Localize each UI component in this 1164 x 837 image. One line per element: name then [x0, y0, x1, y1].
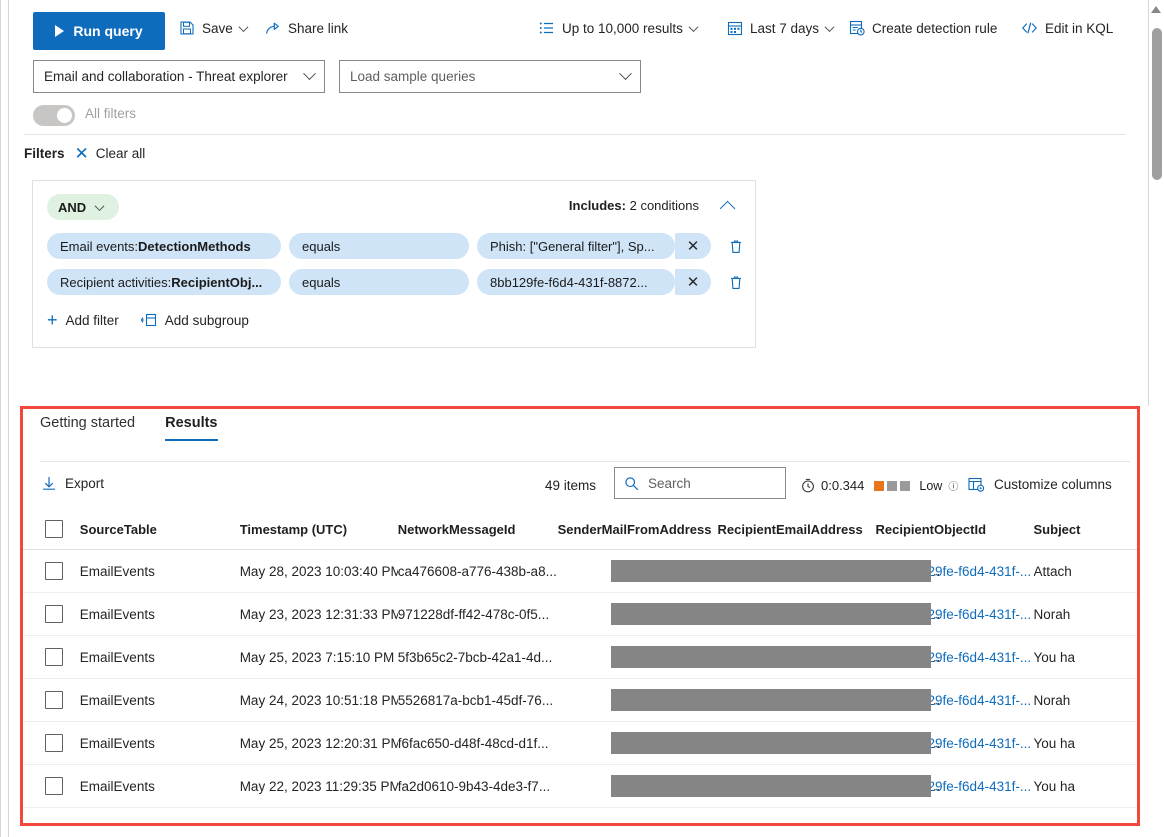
logical-operator-dropdown[interactable]: AND	[47, 194, 119, 220]
filter-group-header: AND Includes: 2 conditions	[47, 194, 741, 220]
clear-condition-icon[interactable]: ✕	[675, 269, 711, 295]
share-icon	[265, 20, 281, 36]
filter-group-actions: + Add filter Add subgroup	[47, 311, 249, 329]
delete-condition-icon[interactable]	[725, 239, 747, 254]
includes-label: Includes:	[568, 198, 626, 213]
chevron-down-icon[interactable]	[94, 200, 105, 211]
chevron-down-icon[interactable]	[824, 21, 835, 32]
filter-condition-row: Recipient activities: RecipientObj... eq…	[47, 269, 747, 295]
close-icon: ✕	[74, 144, 89, 163]
scenario-dropdown[interactable]: Email and collaboration - Threat explore…	[33, 60, 325, 93]
chevron-down-icon[interactable]	[688, 21, 699, 32]
list-icon	[539, 20, 555, 36]
run-query-button[interactable]: Run query	[33, 12, 165, 50]
collapse-group-icon[interactable]	[719, 200, 736, 217]
sample-queries-dropdown[interactable]: Load sample queries	[339, 60, 641, 93]
highlight-box	[20, 406, 1140, 826]
filter-field-name: RecipientObj...	[171, 274, 263, 290]
save-label: Save	[202, 20, 233, 36]
share-link-label: Share link	[288, 20, 349, 36]
time-range-dropdown[interactable]: Last 7 days	[727, 20, 835, 36]
clear-condition-icon[interactable]: ✕	[675, 233, 711, 259]
filter-value-label: 8bb129fe-f6d4-431f-8872...	[490, 274, 648, 290]
filter-group-card: AND Includes: 2 conditions Email events:…	[32, 180, 756, 348]
results-limit-dropdown[interactable]: Up to 10,000 results	[539, 20, 699, 36]
filter-field-prefix: Recipient activities:	[60, 274, 172, 290]
scrollbar-thumb[interactable]	[1151, 28, 1162, 180]
selector-row: Email and collaboration - Threat explore…	[9, 58, 1148, 98]
all-filters-toggle[interactable]	[33, 105, 75, 126]
add-filter-button[interactable]: + Add filter	[47, 311, 119, 329]
clear-all-button[interactable]: ✕ Clear all	[75, 145, 146, 162]
filter-field-prefix: Email events:	[60, 238, 139, 254]
play-icon	[55, 25, 65, 37]
time-range-label: Last 7 days	[750, 20, 820, 36]
filters-title: Filters	[24, 146, 65, 161]
filter-condition-row: Email events: DetectionMethods equals Ph…	[47, 233, 747, 259]
calendar-icon	[727, 20, 743, 36]
filter-value-dropdown[interactable]: 8bb129fe-f6d4-431f-8872...	[477, 269, 675, 295]
add-subgroup-button[interactable]: Add subgroup	[140, 312, 249, 328]
add-subgroup-label: Add subgroup	[164, 312, 249, 328]
filter-value-dropdown[interactable]: Phish: ["General filter"], Sp...	[477, 233, 675, 259]
filter-operator-dropdown[interactable]: equals	[289, 233, 469, 259]
add-filter-label: Add filter	[65, 312, 119, 328]
create-detection-rule-label: Create detection rule	[872, 20, 998, 36]
filter-field-name: DetectionMethods	[138, 238, 251, 254]
plus-icon: +	[47, 310, 58, 330]
rule-icon	[849, 20, 865, 36]
toggle-knob	[57, 108, 72, 123]
filters-header: Filters ✕ Clear all	[24, 145, 145, 162]
filter-field-dropdown[interactable]: Email events: DetectionMethods	[47, 233, 281, 259]
page-root: Run query Save Share link Up to 10,000 r…	[0, 0, 1164, 837]
results-limit-label: Up to 10,000 results	[562, 20, 683, 36]
includes-value: 2 conditions	[629, 198, 699, 213]
subgroup-icon	[140, 313, 157, 327]
clear-all-label: Clear all	[95, 146, 146, 161]
create-detection-rule-button[interactable]: Create detection rule	[849, 20, 997, 36]
all-filters-label: All filters	[85, 106, 137, 121]
scroll-up-arrow-icon[interactable]	[1151, 6, 1161, 13]
sample-queries-placeholder: Load sample queries	[350, 69, 476, 84]
filter-operator-label: equals	[302, 274, 341, 290]
chevron-down-icon[interactable]	[238, 21, 249, 32]
chevron-down-icon[interactable]	[303, 67, 316, 81]
filter-value-label: Phish: ["General filter"], Sp...	[490, 238, 655, 254]
includes-summary: Includes: 2 conditions	[569, 198, 699, 213]
section-divider	[24, 134, 1126, 135]
save-icon	[179, 20, 195, 36]
edit-in-kql-label: Edit in KQL	[1045, 20, 1114, 36]
filter-operator-label: equals	[302, 238, 341, 254]
logical-operator-label: AND	[58, 199, 87, 215]
window-left-edge	[0, 0, 1, 837]
code-icon	[1021, 20, 1038, 36]
chevron-down-icon[interactable]	[619, 67, 632, 81]
delete-condition-icon[interactable]	[725, 275, 747, 290]
run-query-label: Run query	[73, 23, 143, 39]
edit-in-kql-button[interactable]: Edit in KQL	[1021, 20, 1113, 36]
scenario-value: Email and collaboration - Threat explore…	[44, 69, 288, 84]
command-bar: Run query Save Share link Up to 10,000 r…	[9, 0, 1148, 56]
vertical-scrollbar[interactable]	[1149, 0, 1164, 400]
filter-field-dropdown[interactable]: Recipient activities: RecipientObj...	[47, 269, 281, 295]
all-filters-row: All filters	[9, 100, 1148, 132]
save-button[interactable]: Save	[179, 20, 249, 36]
filter-operator-dropdown[interactable]: equals	[289, 269, 469, 295]
share-link-button[interactable]: Share link	[265, 20, 348, 36]
